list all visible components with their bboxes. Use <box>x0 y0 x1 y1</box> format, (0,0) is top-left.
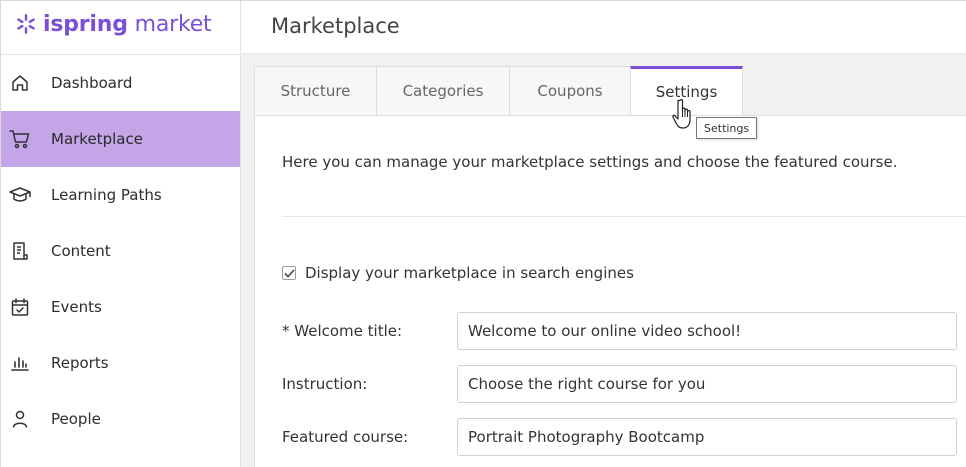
sidebar-item-label: Dashboard <box>51 74 133 92</box>
instruction-label: Instruction: <box>282 375 368 393</box>
tab-coupons[interactable]: Coupons <box>509 66 630 116</box>
brand-name: ispring market <box>43 11 212 37</box>
sidebar-item-reports[interactable]: Reports <box>1 335 240 391</box>
sidebar-item-label: People <box>51 410 101 428</box>
sidebar-item-label: Marketplace <box>51 130 143 148</box>
cart-icon <box>9 128 31 150</box>
section-divider <box>282 216 966 217</box>
featured-course-label: Featured course: <box>282 428 409 446</box>
tab-categories[interactable]: Categories <box>376 66 509 116</box>
featured-course-input[interactable] <box>457 418 957 456</box>
sidebar-item-people[interactable]: People <box>1 391 240 447</box>
welcome-title-input[interactable] <box>457 312 957 350</box>
home-icon <box>9 72 31 94</box>
instruction-row: Instruction: <box>282 365 966 403</box>
hand-cursor-icon <box>672 99 691 129</box>
sidebar-nav: Dashboard Marketplace Learning Paths Con… <box>1 55 240 447</box>
instruction-input[interactable] <box>457 365 957 403</box>
sidebar-item-marketplace[interactable]: Marketplace <box>1 111 240 167</box>
tab-bar: Structure Categories Coupons Settings <box>254 66 743 116</box>
page-header: Marketplace <box>241 1 966 54</box>
search-engines-option: Display your marketplace in search engin… <box>282 264 634 282</box>
calendar-icon <box>9 296 31 318</box>
sidebar-item-events[interactable]: Events <box>1 279 240 335</box>
sidebar: ispring market Dashboard Marketplace Lea… <box>1 1 241 467</box>
welcome-title-row: * Welcome title: <box>282 312 966 350</box>
ispring-logo-icon <box>17 14 35 34</box>
sidebar-item-label: Learning Paths <box>51 186 162 204</box>
welcome-title-label: * Welcome title: <box>282 322 403 340</box>
search-engines-checkbox[interactable] <box>282 266 296 280</box>
checkmark-icon <box>283 268 295 278</box>
sidebar-item-label: Reports <box>51 354 109 372</box>
sidebar-item-dashboard[interactable]: Dashboard <box>1 55 240 111</box>
graduation-cap-icon <box>9 184 31 206</box>
document-icon <box>9 240 31 262</box>
sidebar-item-label: Content <box>51 242 111 260</box>
settings-panel: Here you can manage your marketplace set… <box>254 115 966 467</box>
person-icon <box>9 408 31 430</box>
search-engines-label: Display your marketplace in search engin… <box>305 264 634 282</box>
tab-tooltip: Settings <box>696 117 758 139</box>
brand-logo[interactable]: ispring market <box>15 9 212 39</box>
page-title: Marketplace <box>271 14 400 38</box>
bar-chart-icon <box>9 352 31 374</box>
sidebar-item-learning-paths[interactable]: Learning Paths <box>1 167 240 223</box>
tab-structure[interactable]: Structure <box>254 66 376 116</box>
sidebar-item-content[interactable]: Content <box>1 223 240 279</box>
settings-description: Here you can manage your marketplace set… <box>282 153 898 171</box>
sidebar-item-label: Events <box>51 298 102 316</box>
featured-course-row: Featured course: <box>282 418 966 456</box>
app-window: ispring market Dashboard Marketplace Lea… <box>0 0 966 467</box>
